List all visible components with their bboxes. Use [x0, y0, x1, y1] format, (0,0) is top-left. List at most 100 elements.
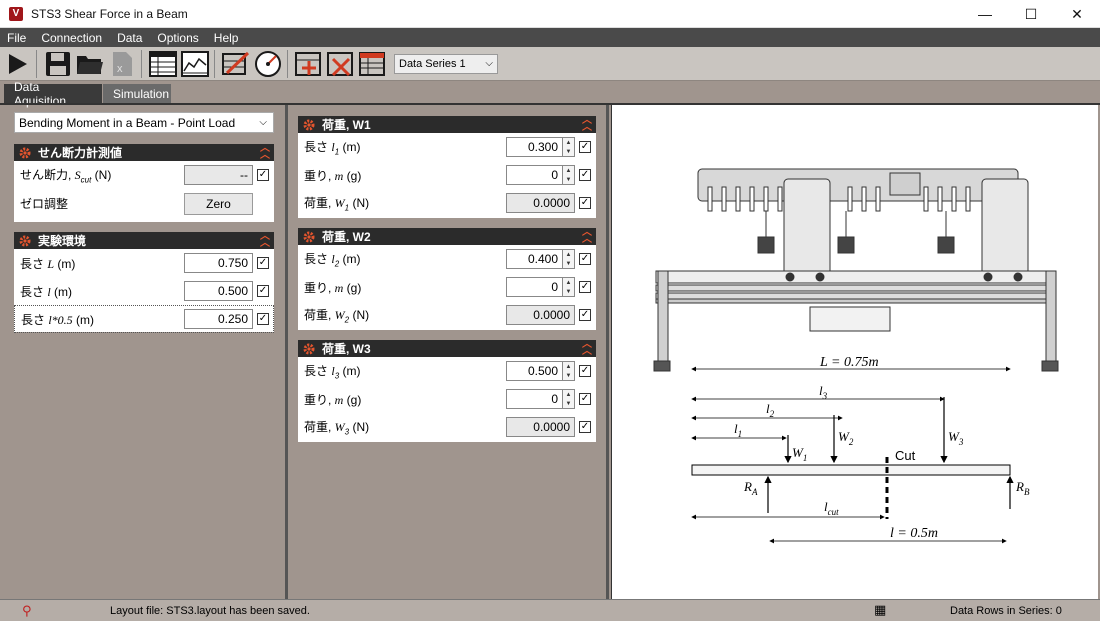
delete-series-button[interactable]: [326, 49, 356, 79]
toolbar: x Data Series 1 ⌵: [0, 47, 1100, 81]
delete-series-icon: [327, 51, 353, 76]
gear-icon: [18, 146, 32, 160]
env-label: 長さ L (m): [20, 256, 76, 271]
zero-label: ゼロ調整: [20, 196, 69, 211]
load-mass-spinner[interactable]: ▲ ▼: [563, 277, 575, 297]
collapse-icon[interactable]: ︿ ︿: [582, 116, 592, 133]
minimize-button[interactable]: —: [962, 0, 1008, 28]
load-mass-label: 重り, m (g): [304, 280, 362, 295]
environment-group-header[interactable]: 実験環境 ︿ ︿: [14, 232, 274, 249]
series-properties-button[interactable]: [358, 49, 388, 79]
collapse-icon[interactable]: ︿ ︿: [260, 144, 270, 161]
load-length-checkbox[interactable]: ✓: [579, 253, 591, 265]
env-row-l: 長さ l (m) 0.500 ✓: [14, 277, 274, 305]
collapse-icon[interactable]: ︿ ︿: [582, 228, 592, 245]
spin-down-icon[interactable]: ▼: [563, 399, 574, 408]
load-mass-checkbox[interactable]: ✓: [579, 281, 591, 293]
menu-options[interactable]: Options: [150, 31, 206, 45]
zero-button[interactable]: Zero: [184, 193, 253, 215]
env-value-input[interactable]: 0.500: [184, 281, 253, 301]
menu-help[interactable]: Help: [207, 31, 247, 45]
load-mass-input[interactable]: 0: [506, 389, 563, 409]
load-weight-row: 荷重, W1 (N) 0.0000 ✓: [298, 189, 596, 217]
menu-file[interactable]: File: [0, 31, 34, 45]
tab-data-acquisition[interactable]: Data Aquisition: [4, 80, 102, 108]
load-length-input[interactable]: 0.500: [506, 361, 563, 381]
env-checkbox[interactable]: ✓: [257, 285, 269, 297]
load-group-header[interactable]: 荷重, W2 ︿ ︿: [298, 228, 596, 245]
excel-icon: x: [113, 51, 132, 76]
add-series-icon: [295, 51, 321, 76]
menu-data[interactable]: Data: [110, 31, 150, 45]
gear-icon: [302, 342, 316, 356]
load-mass-checkbox[interactable]: ✓: [579, 169, 591, 181]
load-length-checkbox[interactable]: ✓: [579, 141, 591, 153]
load-mass-spinner[interactable]: ▲ ▼: [563, 165, 575, 185]
collapse-icon[interactable]: ︿ ︿: [582, 340, 592, 357]
calibrate-button[interactable]: [253, 49, 283, 79]
spin-down-icon[interactable]: ▼: [563, 287, 574, 296]
spin-up-icon[interactable]: ▲: [563, 250, 574, 259]
spin-up-icon[interactable]: ▲: [563, 166, 574, 175]
env-checkbox[interactable]: ✓: [257, 257, 269, 269]
load-length-row: 長さ l1 (m) 0.300 ▲ ▼ ✓: [298, 133, 596, 161]
load-weight-checkbox[interactable]: ✓: [579, 421, 591, 433]
load-mass-checkbox[interactable]: ✓: [579, 393, 591, 405]
env-value-input[interactable]: 0.250: [184, 309, 253, 329]
spin-up-icon[interactable]: ▲: [563, 390, 574, 399]
spin-up-icon[interactable]: ▲: [563, 138, 574, 147]
load-group-header[interactable]: 荷重, W1 ︿ ︿: [298, 116, 596, 133]
save-icon: [46, 51, 70, 76]
load-length-input[interactable]: 0.300: [506, 137, 563, 157]
close-button[interactable]: ✕: [1054, 0, 1100, 28]
window-controls: — ☐ ✕: [962, 0, 1100, 28]
env-value-input[interactable]: 0.750: [184, 253, 253, 273]
load-mass-input[interactable]: 0: [506, 277, 563, 297]
dim-lcut-label: lcut: [824, 499, 839, 517]
play-button[interactable]: [2, 49, 32, 79]
load-length-input[interactable]: 0.400: [506, 249, 563, 269]
spin-down-icon[interactable]: ▼: [563, 175, 574, 184]
save-button[interactable]: [43, 49, 73, 79]
load-group-w2: 荷重, W2 ︿ ︿ 長さ l2 (m) 0.400 ▲ ▼ ✓ 重り, m (g)…: [298, 228, 596, 330]
env-row-l-half: 長さ l*0.5 (m) 0.250 ✓: [14, 305, 274, 333]
data-series-select[interactable]: Data Series 1 ⌵: [394, 53, 498, 74]
tab-simulation[interactable]: Simulation: [103, 84, 171, 104]
add-series-button[interactable]: [294, 49, 324, 79]
measurement-group-header[interactable]: せん断力計測値 ︿ ︿: [14, 144, 274, 161]
menu-connection[interactable]: Connection: [34, 31, 110, 45]
maximize-button[interactable]: ☐: [1008, 0, 1054, 28]
load-weight-checkbox[interactable]: ✓: [579, 309, 591, 321]
beam-diagram-svg: L = 0.75m l3 l2 l1 W1 W2 W3 Cut RA RB lc…: [653, 168, 1059, 544]
open-button[interactable]: [75, 49, 105, 79]
load-length-checkbox[interactable]: ✓: [579, 365, 591, 377]
collapse-icon[interactable]: ︿ ︿: [260, 232, 270, 249]
zero-row: ゼロ調整 Zero: [14, 189, 274, 217]
load-mass-input[interactable]: 0: [506, 165, 563, 185]
spin-up-icon[interactable]: ▲: [563, 362, 574, 371]
load-mass-spinner[interactable]: ▲ ▼: [563, 389, 575, 409]
experiment-select[interactable]: Bending Moment in a Beam - Point Load ⌵: [14, 112, 274, 133]
env-label: 長さ l (m): [20, 284, 73, 299]
graph-view-button[interactable]: [180, 49, 210, 79]
spin-down-icon[interactable]: ▼: [563, 259, 574, 268]
load-group-header[interactable]: 荷重, W3 ︿ ︿: [298, 340, 596, 357]
load-weight-checkbox[interactable]: ✓: [579, 197, 591, 209]
edit-table-button[interactable]: [221, 49, 251, 79]
spin-up-icon[interactable]: ▲: [563, 278, 574, 287]
table-view-button[interactable]: [148, 49, 178, 79]
export-excel-button[interactable]: x: [107, 49, 137, 79]
tab-bar: Data Aquisition Simulation: [0, 80, 1100, 108]
apparatus-diagram: L = 0.75m l3 l2 l1 W1 W2 W3 Cut RA RB lc…: [611, 105, 1098, 599]
play-icon: [9, 53, 27, 74]
spin-down-icon[interactable]: ▼: [563, 371, 574, 380]
calculator-icon[interactable]: ▦: [874, 602, 886, 618]
status-message: Layout file: STS3.layout has been saved.: [110, 605, 310, 617]
load-length-spinner[interactable]: ▲ ▼: [563, 249, 575, 269]
shear-force-checkbox[interactable]: ✓: [257, 169, 269, 181]
load-mass-row: 重り, m (g) 0 ▲ ▼ ✓: [298, 161, 596, 189]
load-length-spinner[interactable]: ▲ ▼: [563, 361, 575, 381]
spin-down-icon[interactable]: ▼: [563, 147, 574, 156]
load-length-spinner[interactable]: ▲ ▼: [563, 137, 575, 157]
env-checkbox[interactable]: ✓: [257, 313, 269, 325]
